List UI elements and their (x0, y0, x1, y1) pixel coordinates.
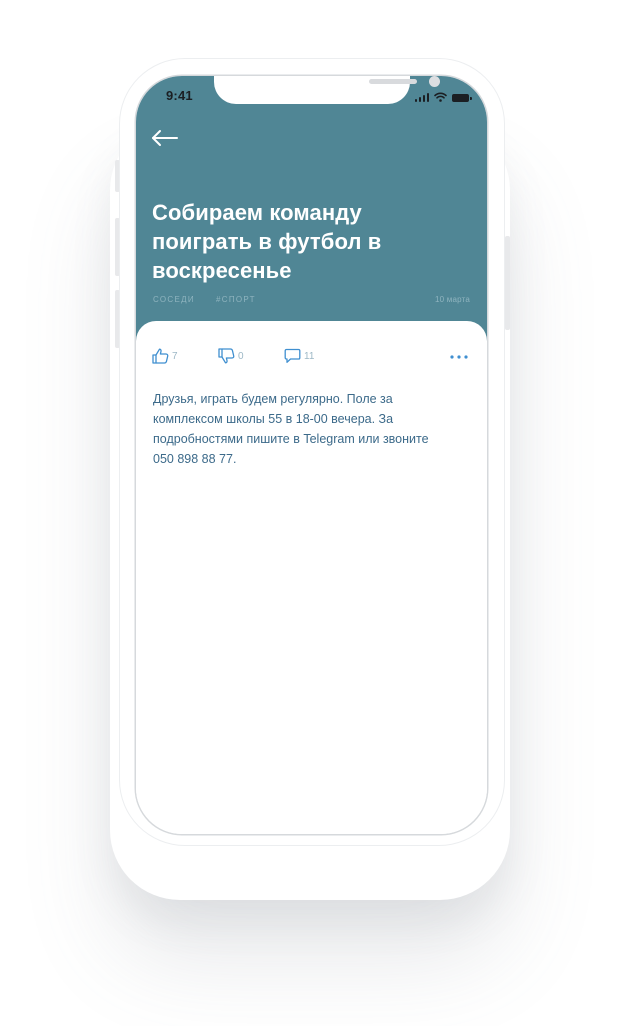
phone-screen: 9:41 Собираем команду поиграть в футбол … (136, 76, 487, 834)
status-icons (414, 90, 472, 102)
more-dots-icon[interactable] (449, 353, 469, 361)
like-count: 7 (172, 350, 178, 362)
comment-count: 11 (304, 350, 315, 362)
comment-icon (284, 348, 301, 363)
reactions-bar: 7 0 11 (152, 348, 469, 366)
post-header: 9:41 Собираем команду поиграть в футбол … (136, 76, 487, 361)
post-tag[interactable]: #спорт (216, 295, 256, 304)
post-body-text: Друзья, играть будем регулярно. Поле за … (153, 392, 429, 466)
comments-button[interactable]: 11 (284, 348, 314, 364)
status-time: 9:41 (166, 88, 193, 103)
cellular-signal-icon (414, 92, 429, 102)
stage: 9:41 Собираем команду поиграть в футбол … (0, 0, 626, 1026)
speaker-grille (369, 79, 417, 84)
post-tag[interactable]: соседи (153, 295, 195, 304)
dislike-button[interactable]: 0 (218, 348, 244, 364)
dislike-count: 0 (238, 350, 244, 362)
post-title: Собираем команду поиграть в футбол в вос… (152, 200, 382, 283)
thumbs-up-icon (152, 348, 169, 364)
post-meta: соседи #спорт 10 марта (153, 295, 470, 307)
thumbs-down-icon (218, 348, 235, 364)
device-notch (214, 76, 440, 104)
front-camera (429, 76, 440, 87)
post-content-card: 7 0 11 Друзья, играть будем регулярно. П… (136, 321, 487, 834)
post-date: 10 марта (435, 295, 470, 304)
power-button (505, 236, 510, 330)
battery-icon (452, 94, 472, 102)
wifi-icon (434, 92, 447, 102)
arrow-left-icon[interactable] (150, 128, 180, 148)
like-button[interactable]: 7 (152, 348, 178, 364)
